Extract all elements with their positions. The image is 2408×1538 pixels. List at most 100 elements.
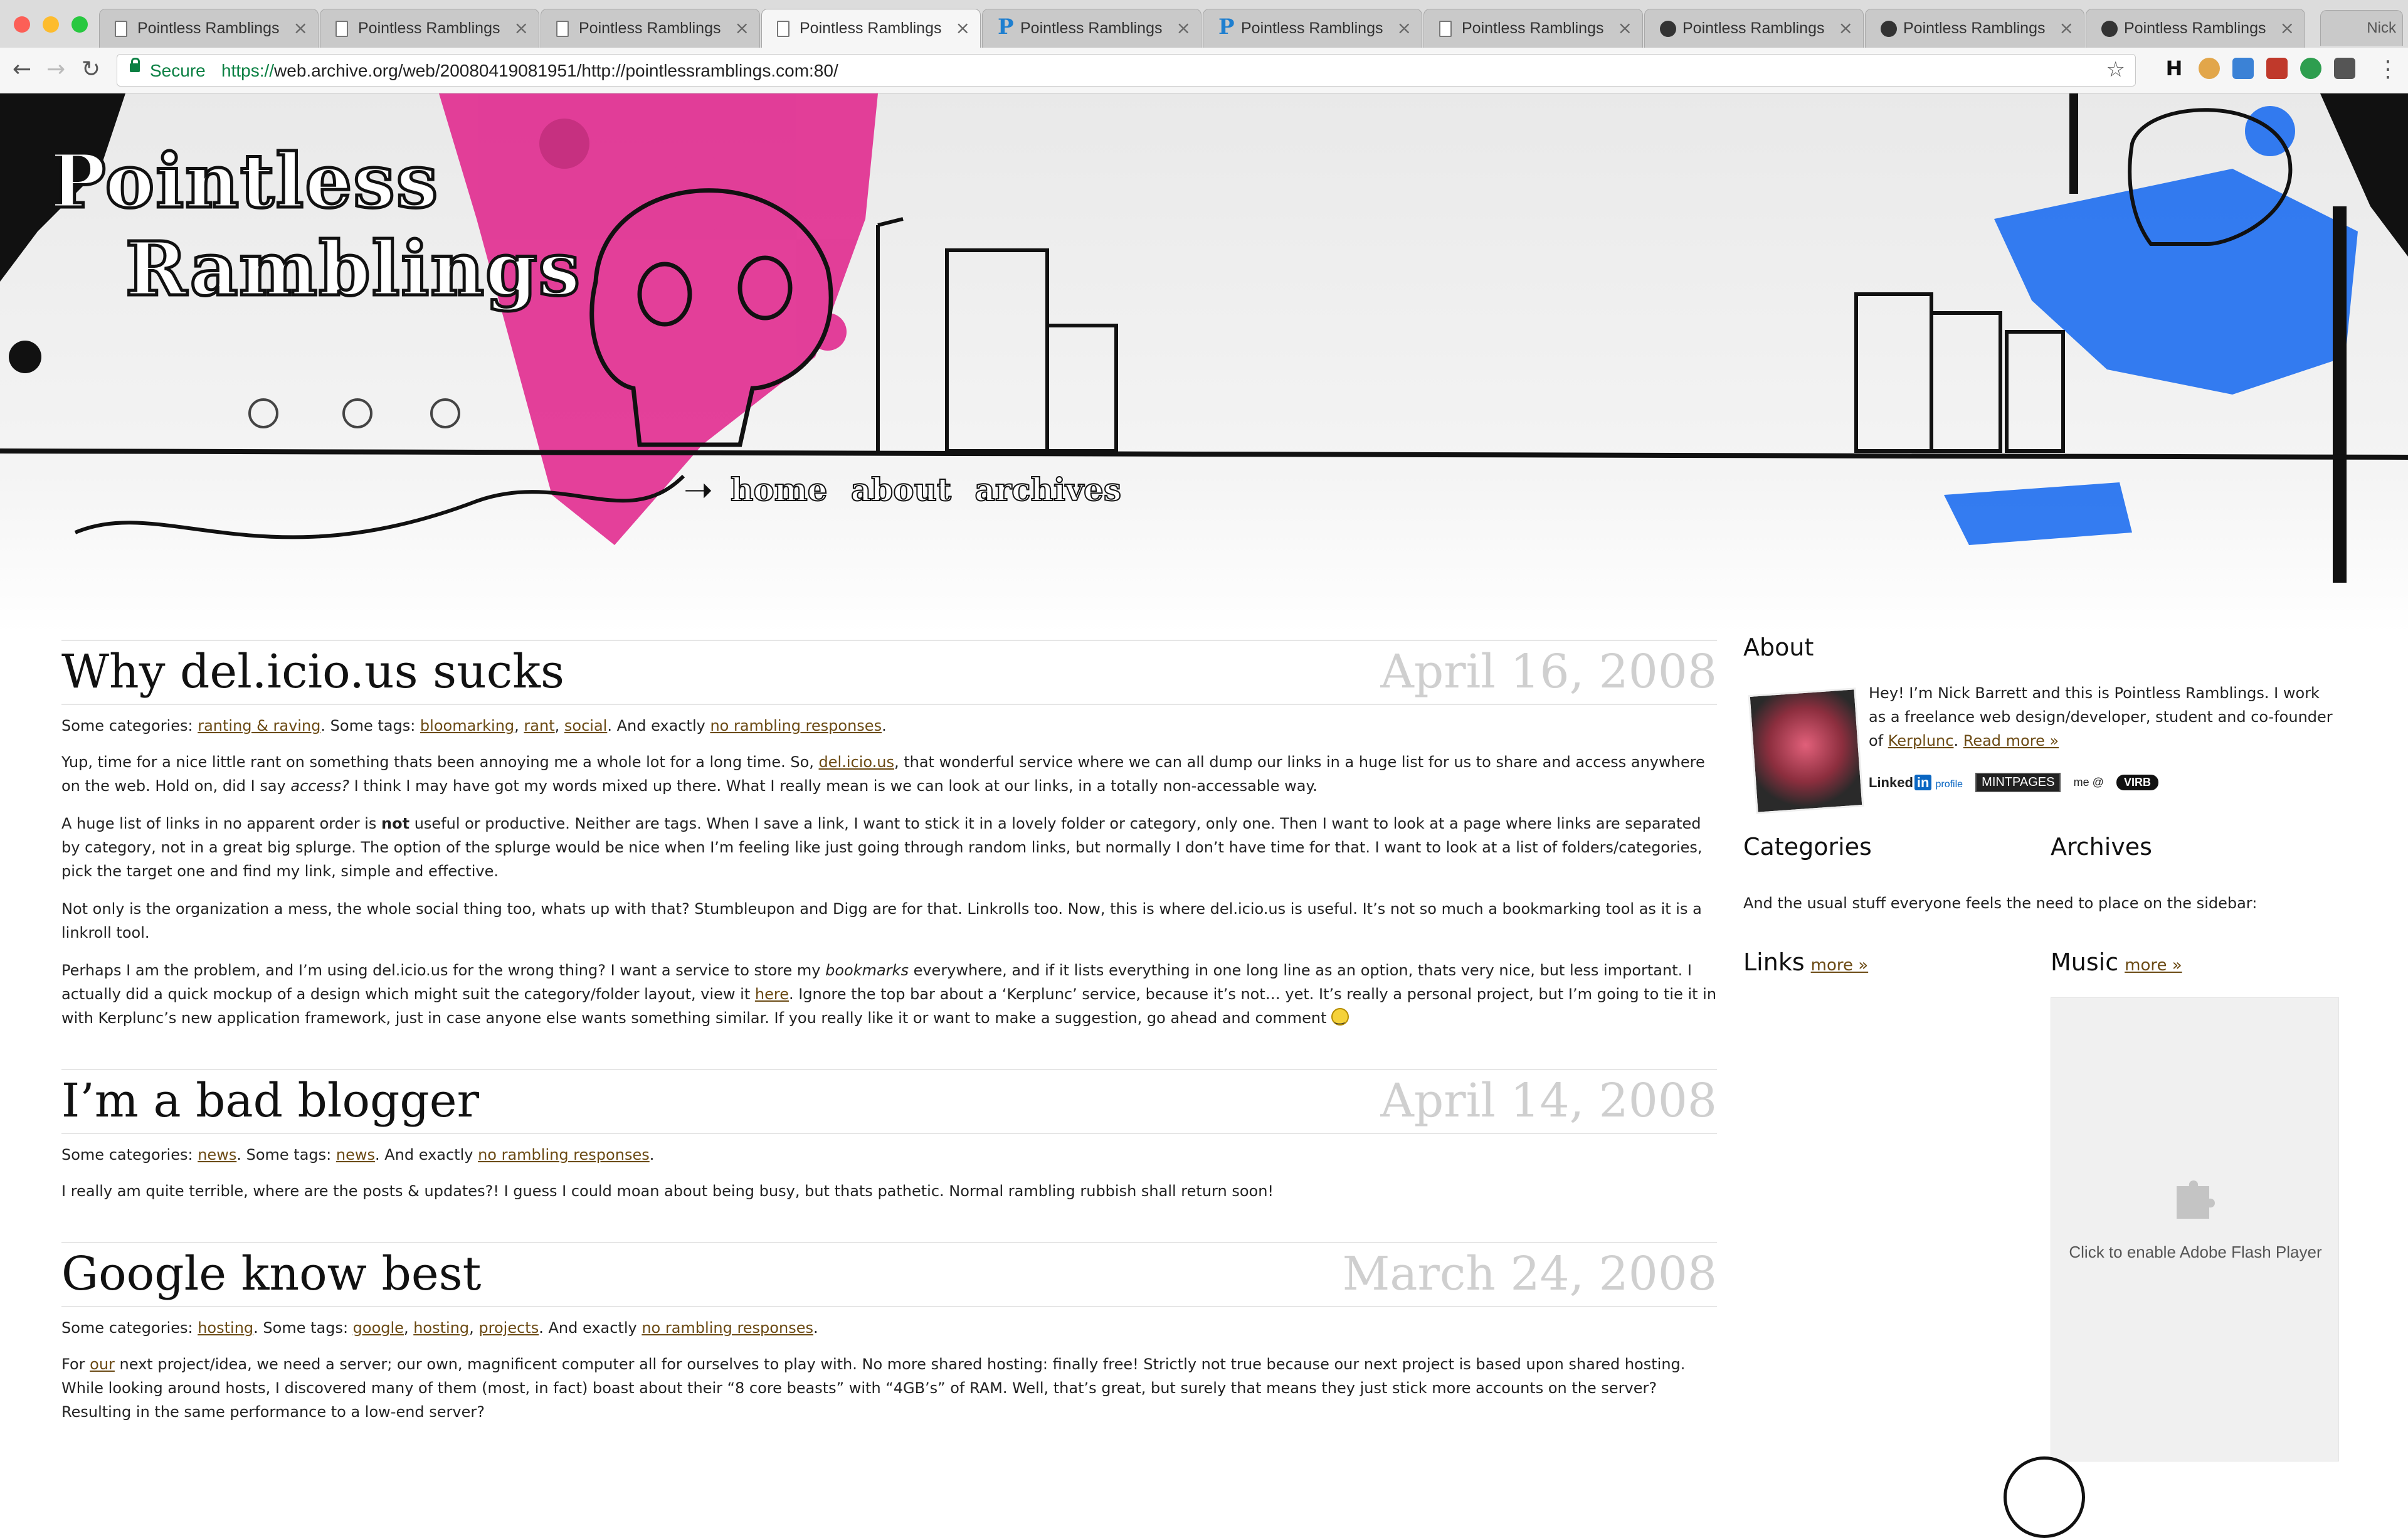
back-icon[interactable]: ← (13, 56, 31, 82)
dark-favicon-icon (2101, 21, 2118, 37)
extension-puzzle-icon[interactable] (2232, 58, 2254, 79)
plugin-puzzle-icon (2177, 1180, 2215, 1219)
browser-tab[interactable]: Pointless Ramblings × (99, 9, 319, 48)
virb-badge[interactable]: VIRB (2116, 775, 2159, 790)
tab-close-icon[interactable]: × (514, 18, 529, 38)
menu-icon[interactable]: ⋮ (2377, 56, 2399, 82)
responses-link[interactable]: no rambling responses (710, 717, 882, 735)
nav-about[interactable]: about (850, 470, 952, 509)
maximize-window-button[interactable] (71, 16, 88, 33)
meta-separator: , (403, 1319, 414, 1337)
tag-link[interactable]: google (353, 1319, 404, 1337)
nav-arrow-icon: ➝ (684, 470, 713, 511)
about-heading: About (1743, 634, 1814, 661)
linkedin-badge[interactable]: Linked in profile (1869, 774, 1963, 791)
post-header: Google know best March 24, 2008 (61, 1243, 1717, 1307)
secure-label: Secure (150, 61, 206, 80)
tag-link[interactable]: news (336, 1146, 375, 1164)
tag-link[interactable]: social (564, 717, 607, 735)
minimize-window-button[interactable] (43, 16, 59, 33)
url-text[interactable]: https://web.archive.org/web/200804190819… (221, 61, 838, 81)
inline-link[interactable]: our (90, 1355, 115, 1373)
post-paragraph: A huge list of links in no apparent orde… (61, 812, 1717, 897)
tab-close-icon[interactable]: × (293, 18, 308, 38)
tab-close-icon[interactable]: × (1397, 18, 1412, 38)
tab-close-icon[interactable]: × (1618, 18, 1632, 38)
sheep-doodles (248, 398, 460, 428)
site-logo[interactable]: Pointless Ramblings (48, 136, 581, 314)
responses-link[interactable]: no rambling responses (642, 1319, 813, 1337)
browser-tab[interactable]: Pointless Ramblings × (1423, 9, 1643, 48)
tab-close-icon[interactable]: × (2059, 18, 2074, 38)
linkedin-profile: profile (1935, 778, 1963, 790)
links-heading: Links more » (1743, 948, 1868, 976)
tab-close-icon[interactable]: × (1176, 18, 1191, 38)
meta-responses-label: . And exactly (607, 717, 710, 735)
post-title[interactable]: I’m a bad blogger (61, 1074, 479, 1128)
tag-link[interactable]: hosting (413, 1319, 469, 1337)
browser-tab[interactable]: Pointless Ramblings × (1644, 9, 1864, 48)
post-date: March 24, 2008 (1342, 1247, 1717, 1301)
responses-link[interactable]: no rambling responses (478, 1146, 650, 1164)
nav-home[interactable]: home (730, 470, 828, 509)
meta-tags-label: . Some tags: (236, 1146, 336, 1164)
forward-icon[interactable]: → (46, 56, 65, 82)
posts-column: Why del.icio.us sucks April 16, 2008 Some … (61, 640, 1717, 1438)
post-header: Why del.icio.us sucks April 16, 2008 (61, 641, 1717, 705)
reload-icon[interactable]: ↻ (82, 56, 100, 82)
browser-tab[interactable]: Pointless Ramblings × (541, 9, 760, 48)
category-link[interactable]: hosting (198, 1319, 253, 1337)
kerplunc-link[interactable]: Kerplunc (1888, 732, 1954, 750)
inline-link[interactable]: here (755, 985, 789, 1003)
bookmark-star-icon[interactable]: ☆ (2106, 57, 2125, 82)
browser-tab[interactable]: P Pointless Ramblings × (982, 9, 1201, 48)
tag-link[interactable]: rant (524, 717, 554, 735)
paragraph-text: For (61, 1355, 90, 1373)
browser-tab[interactable]: Pointless Ramblings × (1865, 9, 2084, 48)
tab-close-icon[interactable]: × (2280, 18, 2294, 38)
post-title[interactable]: Google know best (61, 1247, 481, 1301)
dark-favicon-icon (1881, 21, 1897, 37)
meta-responses-label: . And exactly (374, 1146, 478, 1164)
meta-separator: , (469, 1319, 479, 1337)
extension-cookie-icon[interactable] (2199, 58, 2220, 79)
extension-h-icon[interactable]: H (2163, 58, 2185, 79)
url-path: web.archive.org/web/20080419081951/http:… (274, 61, 838, 80)
tab-title: Pointless Ramblings (1020, 19, 1163, 37)
me-at-label: me @ (2073, 776, 2104, 788)
user-profile-button[interactable]: Nick (2320, 10, 2403, 46)
tab-close-icon[interactable]: × (735, 18, 749, 38)
browser-tab[interactable]: Pointless Ramblings × (2086, 9, 2305, 48)
browser-tab[interactable]: Pointless Ramblings × (320, 9, 539, 48)
category-link[interactable]: news (198, 1146, 236, 1164)
about-separator: . (1953, 732, 1963, 750)
tab-close-icon[interactable]: × (956, 18, 970, 38)
mintpages-badge[interactable]: MINTPAGES (1975, 773, 2061, 792)
page-favicon-icon (556, 21, 569, 37)
post: Google know best March 24, 2008 Some categ… (61, 1242, 1717, 1438)
page-favicon-icon (335, 21, 348, 37)
read-more-link[interactable]: Read more » (1963, 732, 2059, 750)
flash-player-placeholder[interactable]: Click to enable Adobe Flash Player (2051, 997, 2339, 1461)
links-heading-label: Links (1743, 948, 1805, 976)
post-title[interactable]: Why del.icio.us sucks (61, 645, 564, 699)
browser-tab[interactable]: Pointless Ramblings × (761, 9, 981, 48)
music-more-link[interactable]: more » (2125, 956, 2182, 975)
tag-link[interactable]: projects (478, 1319, 539, 1337)
browser-tab[interactable]: P Pointless Ramblings × (1203, 9, 1422, 48)
nav-archives[interactable]: archives (974, 470, 1122, 509)
extension-green-icon[interactable] (2300, 58, 2321, 79)
post-paragraph: Yup, time for a nice little rant on some… (61, 750, 1717, 812)
tab-title: Pointless Ramblings (800, 19, 942, 37)
extension-shield-icon[interactable] (2266, 58, 2288, 79)
tag-link[interactable]: bloomarking (420, 717, 514, 735)
category-link[interactable]: ranting & raving (198, 717, 320, 735)
links-more-link[interactable]: more » (1811, 956, 1869, 975)
tab-close-icon[interactable]: × (1839, 18, 1853, 38)
inline-link[interactable]: del.icio.us (819, 753, 894, 771)
post-meta: Some categories: ranting & raving. Some … (61, 705, 1717, 750)
close-window-button[interactable] (14, 16, 30, 33)
extension-pocket-icon[interactable] (2334, 58, 2355, 79)
address-bar[interactable]: Secure https://web.archive.org/web/20080… (117, 54, 2136, 87)
tab-title: Pointless Ramblings (579, 19, 721, 37)
